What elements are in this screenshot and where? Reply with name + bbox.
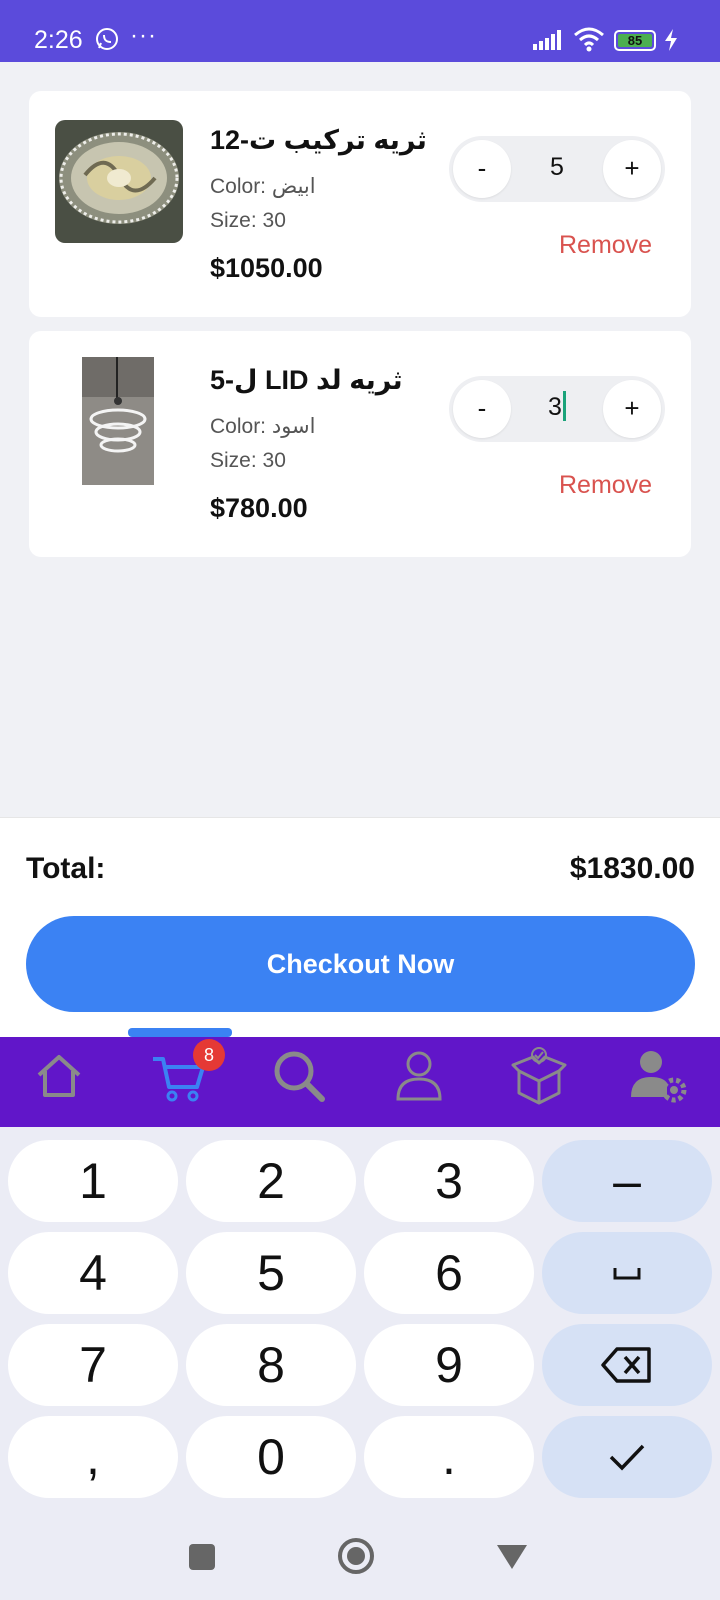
key-6[interactable]: 6 [364,1232,534,1314]
key-2[interactable]: 2 [186,1140,356,1222]
battery-icon: 85 [614,30,656,51]
home-button-icon[interactable] [337,1537,375,1575]
cart-item: ثريه تركيب ت-12 Color: ابيض Size: 30 $10… [29,91,691,317]
account-settings-icon[interactable] [629,1045,689,1105]
increase-quantity-button[interactable]: + [603,380,661,438]
key-comma[interactable]: , [8,1416,178,1498]
key-period[interactable]: . [364,1416,534,1498]
recents-button-icon[interactable] [188,1543,216,1571]
key-1[interactable]: 1 [8,1140,178,1222]
backspace-icon [601,1347,651,1383]
quantity-stepper: - 3 + [449,376,665,442]
key-9[interactable]: 9 [364,1324,534,1406]
product-image[interactable] [55,120,183,243]
decrease-quantity-button[interactable]: - [453,380,511,438]
whatsapp-icon [96,28,118,50]
cart-summary: Total: $1830.00 Checkout Now [0,817,720,1037]
key-8[interactable]: 8 [186,1324,356,1406]
cart-item: ثريه لد LID ل-5 Color: اسود Size: 30 $78… [29,331,691,557]
product-color: Color: اسود [210,415,316,438]
quantity-input[interactable]: 3 [519,391,595,422]
signal-icon [533,30,561,50]
status-bar: 2:26 ··· 85 [0,0,720,62]
decrease-quantity-button[interactable]: - [453,140,511,198]
quantity-stepper: - 5 + [449,136,665,202]
product-color: Color: ابيض [210,175,316,198]
more-notifications-icon: ··· [130,22,157,49]
key-minus[interactable]: – [542,1140,712,1222]
key-7[interactable]: 7 [8,1324,178,1406]
key-5[interactable]: 5 [186,1232,356,1314]
remove-item-button[interactable]: Remove [559,231,652,260]
product-price: $780.00 [210,493,308,523]
product-price: $1050.00 [210,253,323,283]
product-name[interactable]: ثريه لد LID ل-5 [210,365,403,396]
increase-quantity-button[interactable]: + [603,140,661,198]
status-time: 2:26 [34,26,83,54]
backspace-key[interactable] [542,1324,712,1406]
product-name[interactable]: ثريه تركيب ت-12 [210,125,427,156]
active-tab-indicator [128,1028,232,1037]
product-image[interactable] [82,357,154,485]
product-size: Size: 30 [210,209,286,232]
checkmark-icon [609,1444,645,1471]
text-cursor [562,391,566,422]
total-value: $1830.00 [569,852,695,885]
checkout-button[interactable]: Checkout Now [26,916,695,1012]
remove-item-button[interactable]: Remove [559,471,652,500]
profile-icon[interactable] [389,1045,449,1105]
space-key[interactable] [542,1232,712,1314]
bottom-navigation [0,1037,720,1127]
orders-box-icon[interactable] [509,1045,569,1105]
done-key[interactable] [542,1416,712,1498]
product-size: Size: 30 [210,449,286,472]
key-0[interactable]: 0 [186,1416,356,1498]
quantity-value: 3 [548,393,562,421]
space-icon [613,1268,641,1280]
battery-level: 85 [618,34,652,47]
total-label: Total: [26,852,106,885]
home-icon[interactable] [29,1045,89,1105]
wifi-icon [574,27,604,52]
system-navigation-bar [0,1515,720,1600]
quantity-input[interactable]: 5 [519,153,595,182]
charging-icon [665,29,677,51]
key-3[interactable]: 3 [364,1140,534,1222]
search-icon[interactable] [268,1045,328,1105]
cart-count-badge: 8 [193,1039,225,1071]
key-4[interactable]: 4 [8,1232,178,1314]
back-button-icon[interactable] [496,1543,528,1571]
